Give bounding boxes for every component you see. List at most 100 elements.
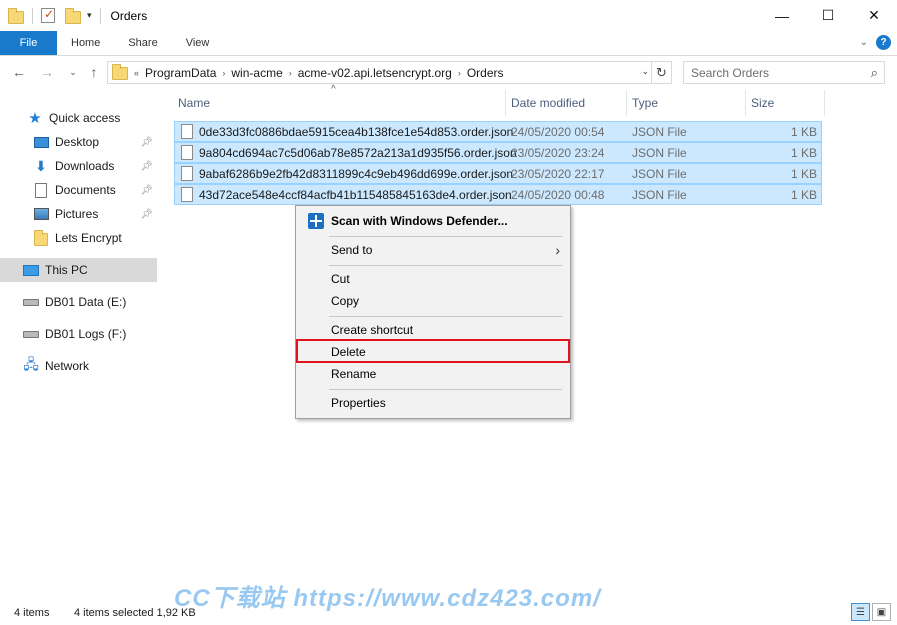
sidebar-item-label: Documents <box>55 183 116 197</box>
file-size: 1 KB <box>790 145 817 160</box>
menu-item-label: Scan with Windows Defender... <box>331 214 508 228</box>
ribbon-tabs: File Home Share View ⌄ ? <box>0 31 897 56</box>
sidebar-item-label: Pictures <box>55 207 99 221</box>
menu-item-cut[interactable]: Cut <box>298 268 568 290</box>
breadcrumb-item[interactable]: acme-v02.api.letsencrypt.org <box>298 66 452 80</box>
search-input[interactable]: Search Orders ⌕ <box>683 61 885 84</box>
file-date: 23/05/2020 23:24 <box>511 145 605 160</box>
column-header-date-modified[interactable]: Date modified <box>507 90 627 116</box>
sidebar-item-network[interactable]: 🖧︎ Network <box>0 354 157 378</box>
menu-item-copy[interactable]: Copy <box>298 290 568 312</box>
close-button[interactable]: ✕ <box>851 0 897 31</box>
breadcrumb-separator[interactable]: › <box>458 68 461 78</box>
json-file-icon <box>181 124 193 139</box>
json-file-icon <box>181 166 193 181</box>
sidebar-item-documents[interactable]: Documents 📌︎ <box>0 178 157 202</box>
large-icons-view-icon[interactable]: ▣ <box>872 603 891 621</box>
address-bar[interactable]: « ProgramData › win-acme › acme-v02.api.… <box>107 61 672 84</box>
menu-item-create-shortcut[interactable]: Create shortcut <box>298 319 568 341</box>
sidebar-item-desktop[interactable]: Desktop 📌︎ <box>0 130 157 154</box>
menu-item-delete[interactable]: Delete <box>298 341 568 363</box>
menu-item-label: Delete <box>331 345 366 359</box>
file-row[interactable]: 0de33d3fc0886bdae5915cea4b138fce1e54d853… <box>174 121 822 142</box>
status-item-count: 4 items <box>14 607 50 619</box>
context-menu: Scan with Windows Defender... Send to › … <box>295 205 571 419</box>
breadcrumb-separator[interactable]: › <box>289 68 292 78</box>
properties-icon[interactable] <box>41 7 55 23</box>
sidebar-item-quick-access[interactable]: ★ Quick access <box>0 106 157 130</box>
chevron-down-icon[interactable]: ⌄ <box>641 66 649 77</box>
new-folder-icon[interactable] <box>65 7 81 24</box>
star-icon: ★ <box>28 110 42 127</box>
status-selection: 4 items selected 1,92 KB <box>74 607 196 619</box>
pictures-icon <box>33 208 49 220</box>
expand-ribbon-icon[interactable]: ⌄ <box>860 37 868 48</box>
tab-share[interactable]: Share <box>114 31 171 55</box>
maximize-button[interactable]: ☐ <box>805 0 851 31</box>
back-button[interactable]: ← <box>8 61 30 83</box>
sidebar-item-label: Lets Encrypt <box>55 231 122 245</box>
menu-item-scan-defender[interactable]: Scan with Windows Defender... <box>298 210 568 232</box>
sidebar-item-this-pc[interactable]: This PC <box>0 258 157 282</box>
customize-toolbar-icon[interactable]: ▾ <box>87 10 92 21</box>
navigation-bar: ← → ⌄ ↑ « ProgramData › win-acme › acme-… <box>0 57 897 88</box>
file-size: 1 KB <box>790 166 817 181</box>
pin-icon: 📌︎ <box>140 184 153 196</box>
file-row[interactable]: 43d72ace548e4ccf84acfb41b115485845163de4… <box>174 184 822 205</box>
file-date: 23/05/2020 22:17 <box>511 166 605 181</box>
breadcrumb-separator[interactable]: › <box>222 68 225 78</box>
sidebar-item-lets-encrypt[interactable]: Lets Encrypt <box>0 226 157 250</box>
menu-item-label: Send to <box>331 243 373 257</box>
menu-item-label: Copy <box>331 294 360 308</box>
sidebar-item-pictures[interactable]: Pictures 📌︎ <box>0 202 157 226</box>
sidebar-item-db01-data[interactable]: DB01 Data (E:) <box>0 290 157 314</box>
file-row[interactable]: 9a804cd694ac7c5d06ab78e8572a213a1d935f56… <box>174 142 822 163</box>
column-header-size[interactable]: Size <box>747 90 825 116</box>
minimize-button[interactable]: — <box>759 0 805 31</box>
file-row[interactable]: 9abaf6286b9e2fb42d8311899c4c9eb496dd699e… <box>174 163 822 184</box>
menu-item-rename[interactable]: Rename <box>298 363 568 385</box>
overflow-icon[interactable]: « <box>134 68 139 78</box>
windows-defender-icon <box>308 213 324 229</box>
sidebar-item-label: Desktop <box>55 135 100 149</box>
breadcrumb-item[interactable]: ProgramData <box>145 66 216 80</box>
file-type: JSON File <box>632 187 687 202</box>
help-icon[interactable]: ? <box>876 35 891 50</box>
refresh-icon[interactable]: ↻ <box>651 62 671 83</box>
up-button[interactable]: ↑ <box>83 61 105 83</box>
drive-icon <box>23 298 39 306</box>
sidebar-item-label: This PC <box>45 263 88 277</box>
tab-home[interactable]: Home <box>57 31 114 55</box>
pin-icon: 📌︎ <box>140 160 153 172</box>
window-title: Orders <box>110 8 148 23</box>
tab-view[interactable]: View <box>172 31 224 55</box>
divider <box>99 7 101 24</box>
status-bar: 4 items 4 items selected 1,92 KB ☰ ▣ <box>0 601 897 625</box>
file-date: 24/05/2020 00:54 <box>511 124 605 139</box>
menu-item-properties[interactable]: Properties <box>298 392 568 414</box>
column-header-type[interactable]: Type <box>628 90 746 116</box>
sidebar-item-db01-logs[interactable]: DB01 Logs (F:) <box>0 322 157 346</box>
pin-icon: 📌︎ <box>140 208 153 220</box>
this-pc-icon <box>23 264 39 276</box>
quick-access-toolbar: ▾ <box>0 7 105 24</box>
menu-separator <box>329 389 562 390</box>
menu-separator <box>329 265 562 266</box>
sidebar-item-label: Downloads <box>55 159 115 173</box>
drive-icon <box>23 330 39 338</box>
folder-icon <box>112 64 128 80</box>
tab-file[interactable]: File <box>0 31 57 55</box>
sidebar-item-downloads[interactable]: ⬇ Downloads 📌︎ <box>0 154 157 178</box>
breadcrumb-item[interactable]: win-acme <box>231 66 282 80</box>
view-switcher: ☰ ▣ <box>851 603 891 621</box>
menu-item-label: Cut <box>331 272 350 286</box>
menu-item-send-to[interactable]: Send to › <box>298 239 568 261</box>
column-header-name[interactable]: Name <box>174 90 506 116</box>
forward-button[interactable]: → <box>36 61 58 83</box>
details-view-icon[interactable]: ☰ <box>851 603 870 621</box>
divider <box>32 7 33 24</box>
recent-locations-icon[interactable]: ⌄ <box>62 61 84 83</box>
file-name: 9abaf6286b9e2fb42d8311899c4c9eb496dd699e… <box>199 166 514 181</box>
breadcrumb-item[interactable]: Orders <box>467 66 504 80</box>
file-name: 43d72ace548e4ccf84acfb41b115485845163de4… <box>199 187 512 202</box>
